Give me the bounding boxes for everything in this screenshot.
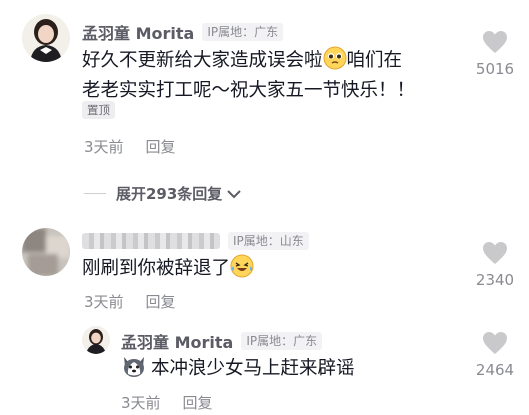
- reply-text-line: 本冲浪少女马上赶来辟谣: [151, 358, 355, 379]
- comment-meta: 3天前 回复: [84, 136, 176, 157]
- husky-emoji: [121, 354, 147, 386]
- timestamp: 3天前: [121, 394, 161, 412]
- comment-meta: 3天前 回复: [84, 291, 176, 312]
- expand-replies-button[interactable]: 展开293条回复: [84, 183, 242, 204]
- heart-icon: [483, 242, 507, 264]
- avatar[interactable]: [22, 228, 70, 276]
- laughing-tears-emoji: [230, 254, 254, 286]
- comment-text-line: 咱们在: [346, 50, 403, 71]
- comment-text-line: 刚刷到你被辞退了: [82, 258, 231, 279]
- username[interactable]: 孟羽童 Morita: [82, 20, 194, 44]
- ip-location-badge: IP属地：山东: [228, 232, 309, 250]
- heart-icon: [483, 31, 507, 53]
- heart-icon: [483, 332, 507, 354]
- like-count: 2464: [475, 361, 515, 379]
- comment-text: 好久不更新给大家造成误会啦 咱们在 老老实实打工呢～祝大家五一节快乐！！: [82, 46, 452, 104]
- reply-header: 孟羽童 Morita IP属地：广东: [121, 329, 323, 353]
- timestamp: 3天前: [84, 293, 124, 311]
- reply-button[interactable]: 回复: [146, 136, 176, 157]
- like-button[interactable]: 5016: [472, 30, 518, 78]
- ip-location-badge: IP属地：广东: [202, 23, 284, 41]
- like-button[interactable]: 2464: [472, 331, 518, 379]
- ip-location-badge: IP属地：广东: [241, 332, 323, 350]
- avatar[interactable]: [22, 14, 70, 62]
- reply-meta: 3天前 回复: [121, 392, 213, 413]
- reply-button[interactable]: 回复: [146, 291, 176, 312]
- divider: [84, 193, 106, 194]
- reply-text: 本冲浪少女马上赶来辟谣: [121, 354, 451, 386]
- pinned-badge: 置顶: [82, 101, 115, 119]
- comment-header: 孟羽童 Morita IP属地：广东: [82, 20, 284, 44]
- expand-replies-label: 展开293条回复: [116, 185, 223, 203]
- comment-text: 刚刷到你被辞退了: [82, 254, 452, 286]
- comment-header: IP属地：山东: [82, 232, 309, 250]
- reply-button[interactable]: 回复: [183, 392, 213, 413]
- comment-text-line: 老老实实打工呢～祝大家五一节快乐！！: [82, 80, 416, 101]
- like-button[interactable]: 2340: [472, 241, 518, 289]
- like-count: 5016: [475, 60, 515, 78]
- pleading-face-emoji: [323, 46, 347, 78]
- timestamp: 3天前: [84, 138, 124, 156]
- chevron-down-icon: [227, 189, 242, 198]
- username[interactable]: 孟羽童 Morita: [121, 329, 233, 353]
- like-count: 2340: [475, 271, 515, 289]
- username-redacted[interactable]: [82, 233, 220, 249]
- comment-text-line: 好久不更新给大家造成误会啦: [82, 50, 323, 71]
- avatar[interactable]: [82, 326, 110, 354]
